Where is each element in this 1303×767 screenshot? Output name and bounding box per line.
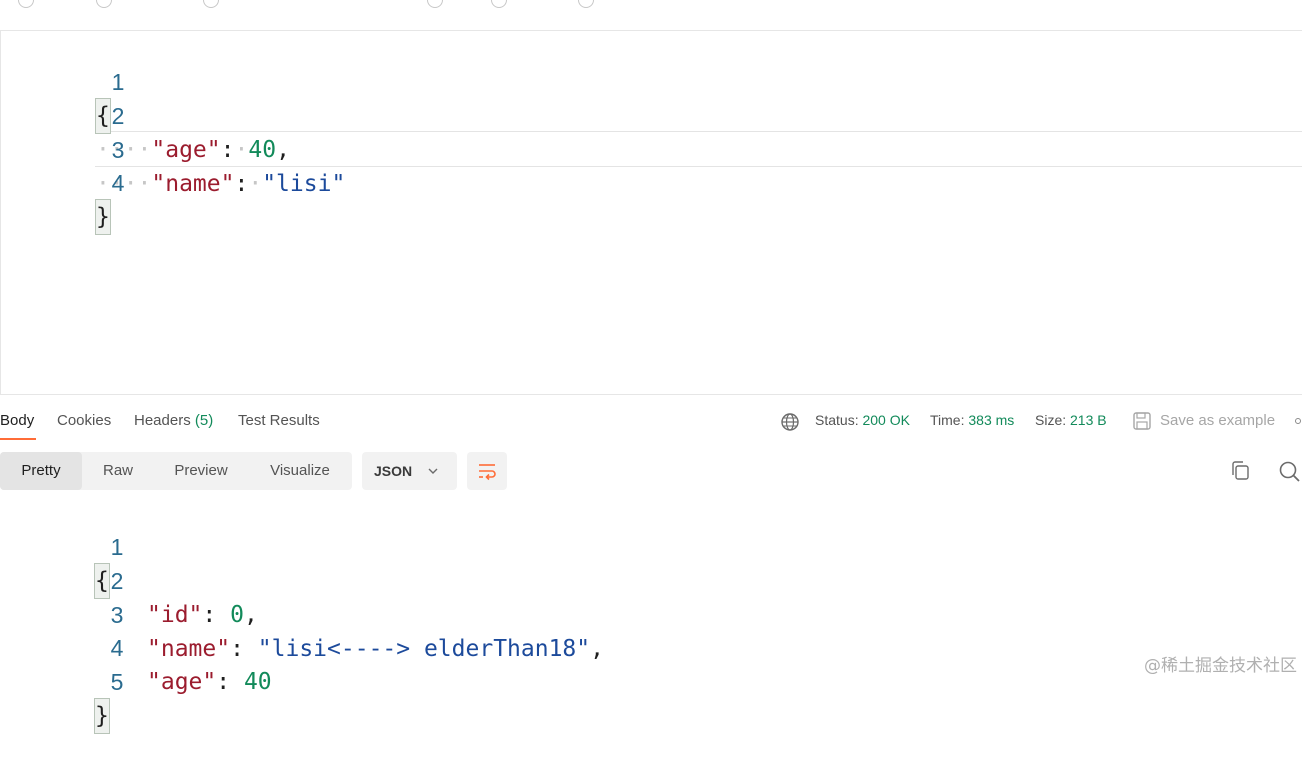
top-toolbar-strip xyxy=(0,0,1303,30)
line-number: 5 xyxy=(55,665,123,699)
status-label: Status: xyxy=(815,412,859,428)
code-line: 1 { xyxy=(1,31,56,65)
more-icon[interactable] xyxy=(1295,418,1301,424)
view-preview-button[interactable]: Preview xyxy=(154,452,248,490)
line-number: 3 xyxy=(56,133,124,167)
line-number: 3 xyxy=(55,598,123,632)
space-marker: · xyxy=(248,171,262,197)
json-string: "lisi" xyxy=(262,171,345,197)
json-string: "lisi<----> elderThan18" xyxy=(258,636,590,662)
code-line: 1 { xyxy=(0,496,55,530)
json-key: "age" xyxy=(147,669,216,695)
status-readout: Status: 200 OK xyxy=(815,412,910,428)
space-marker: · xyxy=(235,137,249,163)
view-visualize-button[interactable]: Visualize xyxy=(248,452,352,490)
toolbar-icon[interactable] xyxy=(18,0,34,8)
headers-count: (5) xyxy=(195,412,213,429)
view-mode-selector: Pretty Raw Preview Visualize xyxy=(0,452,352,490)
tab-cookies[interactable]: Cookies xyxy=(57,412,111,429)
request-body-editor[interactable]: 1 { 2 ····"age":·40, 3 ····"name":·"lisi… xyxy=(0,30,1302,395)
json-separator: : xyxy=(234,171,248,197)
code-line: 4 "age": 40 xyxy=(0,597,55,631)
response-body-viewer[interactable]: 1 { 2 "id": 0, 3 "name": "lisi<----> eld… xyxy=(0,496,1303,666)
json-separator: : xyxy=(202,602,230,628)
format-select[interactable]: JSON xyxy=(362,452,457,490)
json-comma: , xyxy=(276,137,290,163)
view-raw-button[interactable]: Raw xyxy=(82,452,154,490)
globe-icon[interactable] xyxy=(780,412,800,432)
close-brace: } xyxy=(95,699,109,733)
search-icon[interactable] xyxy=(1276,458,1302,484)
active-tab-indicator xyxy=(0,438,36,440)
line-number: 1 xyxy=(56,65,124,99)
time-value[interactable]: 383 ms xyxy=(968,412,1014,428)
toolbar-icon[interactable] xyxy=(427,0,443,8)
json-number: 40 xyxy=(244,669,272,695)
code-line: 3 ····"name":·"lisi" xyxy=(1,99,56,133)
view-pretty-button[interactable]: Pretty xyxy=(0,452,82,490)
json-separator: : xyxy=(221,137,235,163)
wrap-lines-button[interactable] xyxy=(467,452,507,490)
format-value: JSON xyxy=(374,463,412,479)
copy-icon[interactable] xyxy=(1228,458,1254,484)
wrap-icon xyxy=(477,461,497,481)
line-number: 4 xyxy=(56,166,124,200)
code-line: 5 } xyxy=(0,631,55,665)
size-readout: Size: 213 B xyxy=(1035,412,1107,428)
json-comma: , xyxy=(244,602,258,628)
toolbar-icon[interactable] xyxy=(96,0,112,8)
tab-headers[interactable]: Headers (5) xyxy=(134,412,213,429)
status-value[interactable]: 200 OK xyxy=(862,412,909,428)
time-readout: Time: 383 ms xyxy=(930,412,1014,428)
line-number: 2 xyxy=(56,99,124,133)
tab-test-results[interactable]: Test Results xyxy=(238,412,320,429)
tab-body[interactable]: Body xyxy=(0,412,34,429)
watermark: @稀土掘金技术社区 xyxy=(1144,651,1297,676)
json-separator: : xyxy=(230,636,258,662)
json-key: "name" xyxy=(151,171,234,197)
close-brace: } xyxy=(96,200,110,234)
line-number: 4 xyxy=(55,631,123,665)
chevron-down-icon xyxy=(426,464,440,478)
response-tabs: Body Cookies Headers (5) Test Results St… xyxy=(0,400,1303,442)
toolbar-icon[interactable] xyxy=(578,0,594,8)
json-comma: , xyxy=(590,636,604,662)
time-label: Time: xyxy=(930,412,964,428)
tab-headers-label: Headers xyxy=(134,412,191,429)
json-number: 40 xyxy=(248,137,276,163)
json-number: 0 xyxy=(230,602,244,628)
json-key: "age" xyxy=(151,137,220,163)
json-key: "name" xyxy=(147,636,230,662)
json-separator: : xyxy=(216,669,244,695)
size-label: Size: xyxy=(1035,412,1066,428)
code-line: 4 } xyxy=(1,132,56,166)
json-key: "id" xyxy=(147,602,202,628)
toolbar-icon[interactable] xyxy=(203,0,219,8)
save-icon xyxy=(1132,411,1152,431)
size-value[interactable]: 213 B xyxy=(1070,412,1107,428)
code-line: 2 "id": 0, xyxy=(0,530,55,564)
save-as-example-button[interactable]: Save as example xyxy=(1160,412,1275,429)
line-number: 2 xyxy=(55,564,123,598)
line-number: 1 xyxy=(55,530,123,564)
code-line: 3 "name": "lisi<----> elderThan18", xyxy=(0,564,55,598)
code-line: 2 ····"age":·40, xyxy=(1,65,56,99)
toolbar-icon[interactable] xyxy=(491,0,507,8)
